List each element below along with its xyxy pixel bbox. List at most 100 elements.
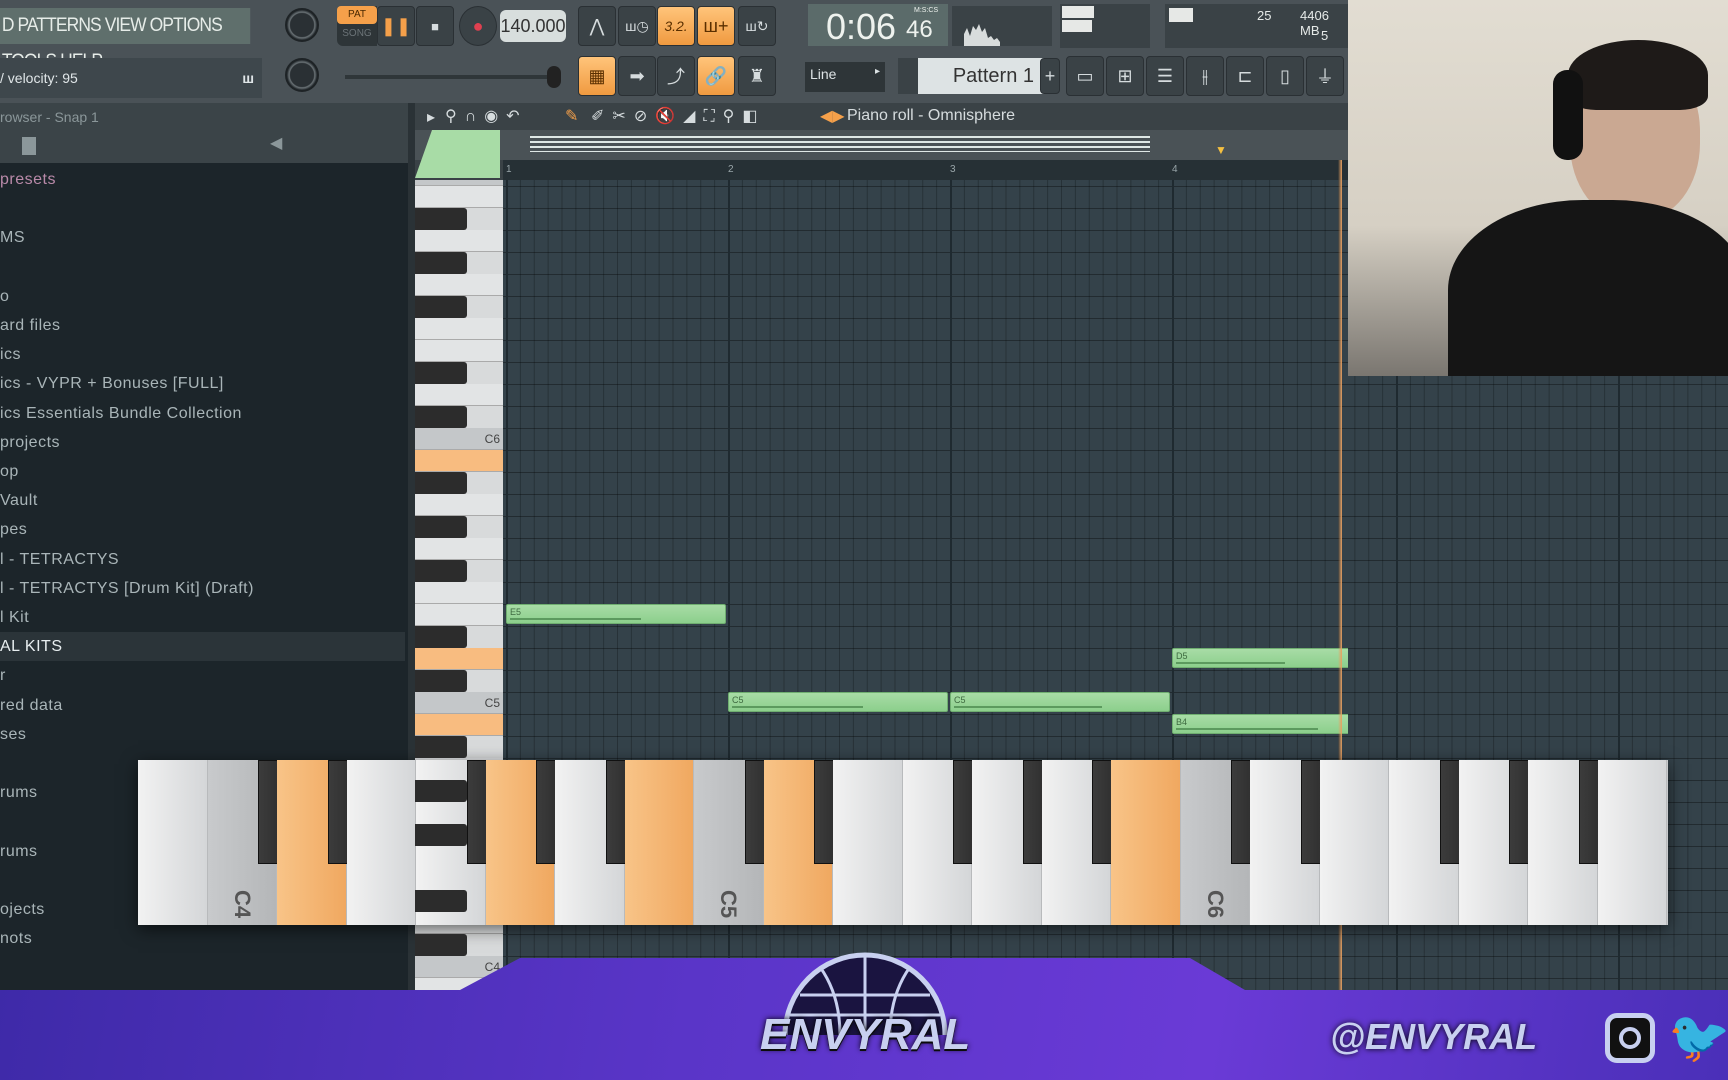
menu-bar[interactable]: D PATTERNS VIEW OPTIONS TOOLS HELP: [0, 8, 251, 72]
note[interactable]: D5: [1172, 648, 1348, 668]
record-button[interactable]: ●: [459, 6, 497, 46]
browser-item[interactable]: pes: [0, 515, 405, 544]
black-key[interactable]: [415, 472, 467, 494]
black-key[interactable]: [415, 736, 467, 758]
link-icon[interactable]: 🔗: [697, 56, 735, 96]
time-display[interactable]: 0:06 46 M:S:CS: [808, 4, 948, 47]
keyboard-key-c7[interactable]: [1667, 760, 1668, 925]
browser-item[interactable]: MS: [0, 223, 405, 252]
add-pattern-button[interactable]: +: [1040, 58, 1060, 94]
browser-item[interactable]: AL KITS: [0, 632, 405, 662]
browser-item[interactable]: r: [0, 661, 405, 690]
file-icon[interactable]: [22, 137, 36, 155]
note[interactable]: E5: [506, 604, 726, 624]
project-info-icon[interactable]: ▯: [1266, 56, 1304, 96]
step-edit-icon[interactable]: ш+: [697, 6, 735, 46]
speaker-icon[interactable]: ◀: [270, 133, 282, 153]
white-key[interactable]: [415, 538, 503, 560]
black-key[interactable]: [415, 890, 467, 912]
step-advance-icon[interactable]: ➡: [618, 56, 656, 96]
black-key[interactable]: [415, 252, 467, 274]
white-key[interactable]: [415, 714, 503, 736]
black-key[interactable]: [415, 208, 467, 230]
white-key[interactable]: [415, 384, 503, 406]
white-key[interactable]: [415, 648, 503, 670]
snap-dropdown[interactable]: Line ▸: [805, 62, 885, 92]
browser-item[interactable]: ics - VYPR + Bonuses [FULL]: [0, 369, 405, 398]
browser-item[interactable]: Vault: [0, 486, 405, 515]
multilink-icon[interactable]: ♜: [738, 56, 776, 96]
pause-button[interactable]: ❚❚: [377, 6, 415, 46]
tool-icons[interactable]: ⚲∩◉↶: [445, 106, 528, 126]
black-key[interactable]: [415, 362, 467, 384]
keyboard-key-b5[interactable]: [1111, 760, 1181, 925]
pencil-icon[interactable]: ✎: [565, 106, 578, 126]
white-key[interactable]: [415, 186, 503, 208]
browser-item[interactable]: projects: [0, 428, 405, 457]
browser-item[interactable]: [0, 253, 405, 282]
white-key[interactable]: [415, 318, 503, 340]
keyboard-key-e4[interactable]: [346, 760, 416, 925]
countdown-icon[interactable]: 3.2.: [657, 6, 695, 46]
keyboard-key-b3[interactable]: [138, 760, 208, 925]
browser-item[interactable]: l - TETRACTYS: [0, 545, 405, 574]
playlist-icon[interactable]: ▭: [1066, 56, 1104, 96]
browser-item[interactable]: red data: [0, 691, 405, 720]
browser-item[interactable]: ard files: [0, 311, 405, 340]
black-key[interactable]: [415, 780, 467, 802]
pat-song-toggle[interactable]: PAT SONG: [337, 6, 377, 46]
loop-record-icon[interactable]: ш↻: [738, 6, 776, 46]
browser-item[interactable]: presets: [0, 165, 405, 194]
target-speaker-icon[interactable]: ◀▶: [820, 106, 845, 126]
white-key[interactable]: [415, 494, 503, 516]
keyboard-key-b6[interactable]: [1597, 760, 1667, 925]
browser-item[interactable]: o: [0, 282, 405, 311]
mixer-icon[interactable]: ⫲: [1186, 56, 1224, 96]
piano-roll-title[interactable]: Piano roll - Omnisphere: [847, 107, 1015, 125]
browser-item[interactable]: ses: [0, 720, 405, 749]
white-key[interactable]: [415, 604, 503, 626]
note[interactable]: C5: [728, 692, 948, 712]
browser-item[interactable]: l Kit: [0, 603, 405, 632]
browser-item[interactable]: ics Essentials Bundle Collection: [0, 399, 405, 428]
white-key[interactable]: [415, 450, 503, 472]
main-slider[interactable]: [345, 66, 561, 88]
white-key[interactable]: C5: [415, 692, 503, 714]
menu-arrow-icon[interactable]: ▸: [427, 107, 435, 127]
master-pitch-knob[interactable]: [285, 58, 319, 92]
browser-item[interactable]: [0, 194, 405, 223]
black-key[interactable]: [415, 824, 467, 846]
edit-tool-icons[interactable]: ✐✂⊘🔇◢⛶⚲◧: [591, 106, 765, 126]
keyboard-key-e5[interactable]: [833, 760, 903, 925]
browser-item[interactable]: l - TETRACTYS [Drum Kit] (Draft): [0, 574, 405, 603]
pattern-selector[interactable]: Pattern 1: [898, 58, 1048, 94]
note[interactable]: B4: [1172, 714, 1348, 734]
timeline-ruler[interactable]: 1 2 3 4: [503, 160, 1348, 180]
wait-record-icon[interactable]: ш◷: [618, 6, 656, 46]
typing-keyboard-icon[interactable]: ▦: [578, 56, 616, 96]
piano-roll-icon[interactable]: ⊞: [1106, 56, 1144, 96]
blend-notes-icon[interactable]: ⤴: [657, 56, 695, 96]
white-key[interactable]: [415, 230, 503, 252]
tempo-display[interactable]: 140.000: [500, 10, 566, 42]
black-key[interactable]: [415, 296, 467, 318]
browser-icon[interactable]: ⊏: [1226, 56, 1264, 96]
black-key[interactable]: [415, 670, 467, 692]
browser-title[interactable]: rowser - Snap 1: [0, 103, 408, 125]
black-key[interactable]: [415, 406, 467, 428]
white-key[interactable]: [415, 340, 503, 362]
note[interactable]: C5: [950, 692, 1170, 712]
slider-handle[interactable]: [547, 66, 561, 88]
white-key[interactable]: C6: [415, 428, 503, 450]
browser-item[interactable]: ics: [0, 340, 405, 369]
master-volume-knob[interactable]: [285, 8, 319, 42]
plugin-icon[interactable]: ⏚: [1306, 56, 1344, 96]
keyboard-key-b4[interactable]: [624, 760, 694, 925]
black-key[interactable]: [415, 516, 467, 538]
browser-item[interactable]: op: [0, 457, 405, 486]
keyboard-key-e6[interactable]: [1319, 760, 1389, 925]
white-key[interactable]: [415, 582, 503, 604]
white-key[interactable]: [415, 274, 503, 296]
channel-rack-icon[interactable]: ☰: [1146, 56, 1184, 96]
metronome-icon[interactable]: ⋀: [578, 6, 616, 46]
